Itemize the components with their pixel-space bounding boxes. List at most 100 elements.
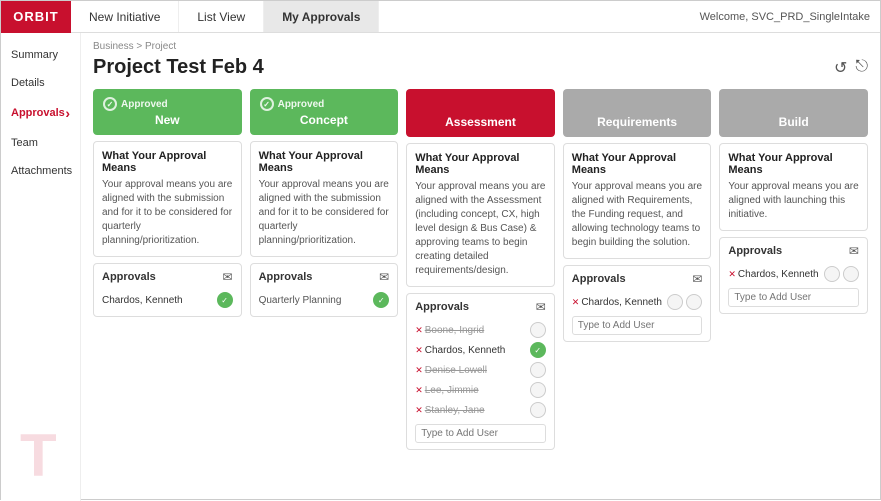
header: ORBIT New Initiative List View My Approv… (1, 1, 880, 33)
approved-check-new: ✓ (103, 97, 117, 111)
status-circle-a1: ✓ (530, 342, 546, 358)
breadcrumb: Business > Project (93, 41, 868, 52)
refresh-icon[interactable]: ↺ (834, 58, 847, 78)
add-user-input-build[interactable] (728, 288, 859, 307)
logo: ORBIT (1, 1, 71, 33)
card-body-assessment: Your approval means you are aligned with… (415, 180, 546, 278)
stage-approved-concept: ✓ Approved (260, 97, 389, 111)
approvals-concept: Approvals ✉ Quarterly Planning ✓ (250, 263, 399, 317)
add-user-input-assessment[interactable] (415, 424, 546, 443)
sidebar-item-attachments[interactable]: Attachments (1, 157, 80, 185)
card-concept: What Your Approval Means Your approval m… (250, 141, 399, 257)
card-requirements: What Your Approval Means Your approval m… (563, 143, 712, 259)
approvals-header-assessment: Approvals ✉ (415, 300, 546, 314)
card-build: What Your Approval Means Your approval m… (719, 143, 868, 231)
status-circle-r0a (667, 294, 683, 310)
approver-name-a3: Lee, Jimmie (425, 385, 530, 396)
kanban-board: ✓ Approved New What Your Approval Means … (93, 89, 868, 450)
logo-text: ORBIT (13, 9, 58, 24)
nav-tab-new-initiative[interactable]: New Initiative (71, 1, 179, 32)
sidebar-item-team[interactable]: Team (1, 129, 80, 157)
approver-row: Chardos, Kenneth ✓ (102, 290, 233, 310)
sidebar-item-approvals[interactable]: Approvals (1, 97, 80, 129)
status-circle-a2 (530, 362, 546, 378)
col-build: Build What Your Approval Means Your appr… (719, 89, 868, 450)
x-mark-a0: ✕ (415, 325, 423, 336)
stage-approved-new: ✓ Approved (103, 97, 232, 111)
card-title-new: What Your Approval Means (102, 150, 233, 174)
envelope-icon-assessment[interactable]: ✉ (536, 300, 546, 314)
sidebar-item-summary[interactable]: Summary (1, 41, 80, 69)
approver-row-a0: ✕ Boone, Ingrid (415, 320, 546, 340)
stage-header-requirements: Requirements (563, 89, 712, 137)
approver-status-a0 (530, 322, 546, 338)
approvals-header-concept: Approvals ✉ (259, 270, 390, 284)
envelope-icon-concept[interactable]: ✉ (379, 270, 389, 284)
sidebar-item-details[interactable]: Details (1, 69, 80, 97)
approver-status-r0 (667, 294, 702, 310)
card-new: What Your Approval Means Your approval m… (93, 141, 242, 257)
status-circle-a0 (530, 322, 546, 338)
approver-row-a4: ✕ Stanley, Jane (415, 400, 546, 420)
approver-name-a1: Chardos, Kenneth (425, 345, 530, 356)
card-body-requirements: Your approval means you are aligned with… (572, 180, 703, 250)
status-circle-a3 (530, 382, 546, 398)
approvals-build: Approvals ✉ ✕ Chardos, Kenneth (719, 237, 868, 314)
approvals-requirements: Approvals ✉ ✕ Chardos, Kenneth (563, 265, 712, 342)
share-icon[interactable]: ⎋ (855, 58, 868, 78)
nav-tabs: New Initiative List View My Approvals (71, 1, 379, 32)
approver-name: Chardos, Kenneth (102, 295, 217, 306)
col-requirements: Requirements What Your Approval Means Yo… (563, 89, 712, 450)
approver-name-a2: Denise Lowell (425, 365, 530, 376)
approver-name-r0: Chardos, Kenneth (581, 297, 667, 308)
x-mark-a1: ✕ (415, 345, 423, 356)
approver-name-a0: Boone, Ingrid (425, 325, 530, 336)
approver-row-a1: ✕ Chardos, Kenneth ✓ (415, 340, 546, 360)
approvals-header-build: Approvals ✉ (728, 244, 859, 258)
envelope-icon-new[interactable]: ✉ (223, 270, 233, 284)
x-mark-b0: ✕ (728, 269, 736, 280)
col-concept: ✓ Approved Concept What Your Approval Me… (250, 89, 399, 450)
card-body-new: Your approval means you are aligned with… (102, 178, 233, 248)
nav-tab-list-view[interactable]: List View (179, 1, 264, 32)
approver-row-b0: ✕ Chardos, Kenneth (728, 264, 859, 284)
approver-row-a3: ✕ Lee, Jimmie (415, 380, 546, 400)
card-title-build: What Your Approval Means (728, 152, 859, 176)
approvals-header-new: Approvals ✉ (102, 270, 233, 284)
approver-name-b0: Chardos, Kenneth (738, 269, 824, 280)
title-icons: ↺ ⎋ (834, 58, 868, 78)
card-title-concept: What Your Approval Means (259, 150, 390, 174)
approver-status-b0 (824, 266, 859, 282)
add-user-input-requirements[interactable] (572, 316, 703, 335)
x-mark-r0: ✕ (572, 297, 580, 308)
approver-name-a4: Stanley, Jane (425, 405, 530, 416)
approvals-new: Approvals ✉ Chardos, Kenneth ✓ (93, 263, 242, 317)
status-circle-concept: ✓ (373, 292, 389, 308)
stage-header-new: ✓ Approved New (93, 89, 242, 135)
approver-status-a4 (530, 402, 546, 418)
card-body-build: Your approval means you are aligned with… (728, 180, 859, 222)
main-layout: Summary Details Approvals Team Attachmen… (1, 33, 880, 501)
approver-row-a2: ✕ Denise Lowell (415, 360, 546, 380)
approvals-header-requirements: Approvals ✉ (572, 272, 703, 286)
approver-row-r0: ✕ Chardos, Kenneth (572, 292, 703, 312)
card-title-requirements: What Your Approval Means (572, 152, 703, 176)
envelope-icon-build[interactable]: ✉ (849, 244, 859, 258)
card-body-concept: Your approval means you are aligned with… (259, 178, 390, 248)
sidebar: Summary Details Approvals Team Attachmen… (1, 33, 81, 501)
x-mark-a2: ✕ (415, 365, 423, 376)
page-title-row: Project Test Feb 4 ↺ ⎋ (93, 56, 868, 79)
col-assessment: Assessment What Your Approval Means Your… (406, 89, 555, 450)
approver-status-a1: ✓ (530, 342, 546, 358)
status-circle-b0b (843, 266, 859, 282)
status-circle-approved: ✓ (217, 292, 233, 308)
main-content: Business > Project Project Test Feb 4 ↺ … (81, 33, 880, 501)
status-circle-b0a (824, 266, 840, 282)
nav-tab-my-approvals[interactable]: My Approvals (264, 1, 379, 32)
status-circle-a4 (530, 402, 546, 418)
card-title-assessment: What Your Approval Means (415, 152, 546, 176)
x-mark-a3: ✕ (415, 385, 423, 396)
envelope-icon-requirements[interactable]: ✉ (692, 272, 702, 286)
approvals-assessment: Approvals ✉ ✕ Boone, Ingrid ✕ Chardos, K… (406, 293, 555, 450)
approved-check-concept: ✓ (260, 97, 274, 111)
